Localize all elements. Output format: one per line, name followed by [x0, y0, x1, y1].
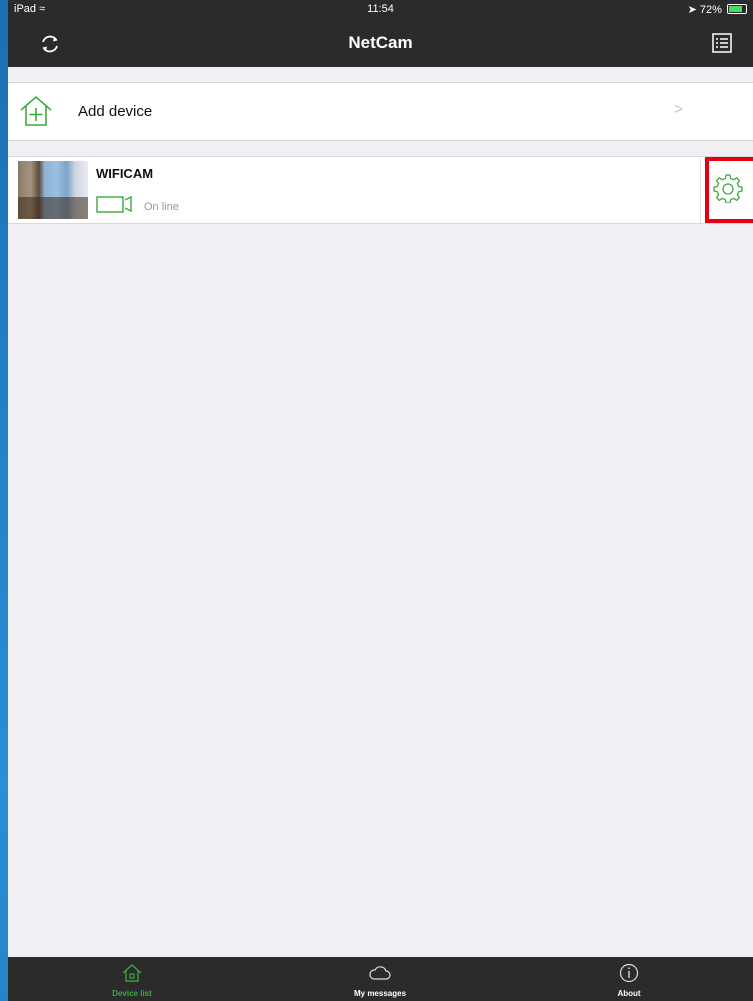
camera-thumbnail[interactable] — [18, 161, 88, 219]
add-device-label: Add device — [78, 103, 153, 120]
video-camera-icon — [96, 195, 132, 213]
tab-bar: Device list My messages About — [8, 957, 753, 1001]
battery-percent: 72% — [699, 4, 722, 16]
tab-my-messages[interactable]: My messages — [256, 957, 504, 1001]
tab-label: My messages — [353, 989, 407, 998]
tab-about[interactable]: About — [505, 957, 753, 1001]
clock: 11:54 — [367, 3, 394, 15]
nav-bar: NetCam — [8, 20, 753, 67]
add-device-row[interactable]: Add device > — [8, 82, 753, 141]
settings-highlight-box — [705, 157, 753, 223]
device-status: On line — [144, 201, 179, 213]
home-icon — [122, 964, 142, 982]
tab-device-list[interactable]: Device list — [8, 957, 256, 1001]
device-name: WIFICAM — [96, 166, 154, 181]
info-icon — [619, 963, 639, 983]
page-title: NetCam — [348, 33, 413, 52]
list-icon[interactable] — [711, 32, 733, 54]
app-window: iPad ≈ 11:54 ➤ 72% NetCam Add device > W… — [8, 0, 753, 1001]
cloud-icon — [369, 966, 391, 980]
add-house-icon — [20, 95, 52, 126]
status-right: ➤ 72% — [688, 3, 747, 16]
tab-label: Device list — [112, 989, 152, 998]
status-bar: iPad ≈ 11:54 ➤ 72% — [8, 0, 753, 20]
chevron-right-icon: > — [673, 101, 683, 118]
device-row[interactable]: WIFICAM On line — [8, 156, 753, 224]
location-icon: ➤ — [687, 4, 697, 16]
tab-label: About — [617, 989, 641, 998]
battery-icon — [727, 4, 747, 14]
